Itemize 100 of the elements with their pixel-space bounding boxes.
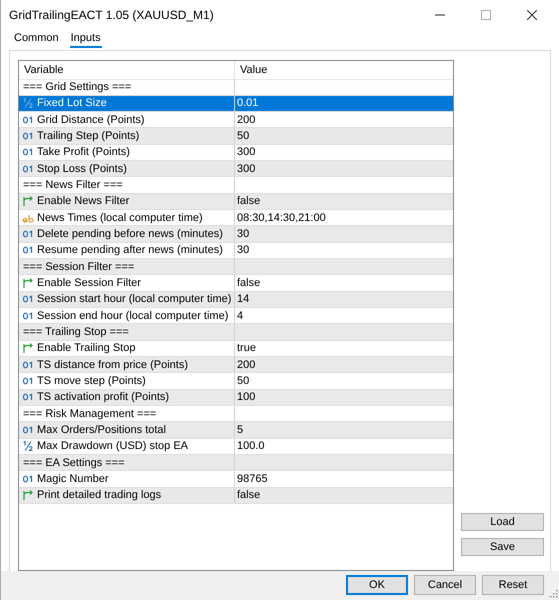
window-title: GridTrailingEACT 1.05 (XAUUSD_M1) (9, 8, 214, 22)
variable-name: Magic Number (37, 473, 109, 486)
tab[interactable]: Inputs (70, 32, 102, 48)
integer-icon (22, 391, 34, 404)
table-row[interactable]: Stop Loss (Points) 300 (19, 161, 453, 178)
variable-name: TS move step (Points) (37, 375, 146, 388)
table-row[interactable]: Enable News Filter false (19, 194, 453, 210)
variable-name: Delete pending before news (minutes) (37, 228, 223, 240)
value-text: 100.0 (237, 440, 265, 452)
value-text: 200 (237, 358, 256, 371)
dialog-button[interactable]: Reset (482, 575, 544, 596)
variable-name: Enable News Filter (37, 195, 130, 208)
variable-name: === EA Settings === (23, 456, 125, 469)
integer-icon (22, 473, 34, 486)
branch-arrow-icon (22, 342, 34, 354)
table-row[interactable]: Print detailed trading logs false (19, 488, 453, 504)
table-row[interactable]: Delete pending before news (minutes) 30 (19, 226, 453, 243)
branch-arrow-icon (22, 195, 34, 208)
value-text: true (237, 342, 256, 354)
table-row[interactable]: Grid Distance (Points) 200 (19, 112, 453, 128)
variable-name: Max Drawdown (USD) stop EA (37, 440, 188, 452)
integer-icon (22, 375, 34, 388)
column-header[interactable]: Variable (19, 60, 235, 78)
integer-icon (22, 162, 34, 175)
variable-name: Trailing Step (Points) (37, 130, 140, 142)
fraction-icon (22, 440, 34, 452)
integer-icon (22, 228, 34, 240)
variable-name: TS activation profit (Points) (37, 391, 170, 404)
fraction-icon (22, 97, 34, 110)
table-row[interactable]: === EA Settings === (19, 455, 453, 472)
value-text: 08:30,14:30,21:00 (237, 212, 326, 224)
variable-name: === Risk Management === (23, 408, 156, 420)
variable-name: Session start hour (local computer time) (37, 293, 232, 306)
table-row[interactable]: Magic Number 98765 (19, 471, 453, 488)
value-text: 14 (237, 293, 250, 306)
branch-arrow-icon (22, 277, 34, 290)
table-row[interactable]: Trailing Step (Points) 50 (19, 128, 453, 145)
table-row[interactable]: === Risk Management === (19, 406, 453, 422)
branch-arrow-icon (22, 489, 34, 502)
table-row[interactable]: === Grid Settings === (19, 80, 453, 96)
table-row[interactable]: Resume pending after news (minutes) 30 (19, 242, 453, 260)
integer-icon (22, 293, 34, 306)
variable-name: Max Orders/Positions total (37, 424, 166, 436)
value-text: 50 (237, 375, 250, 388)
value-text: 100 (237, 391, 256, 404)
table-row[interactable]: News Times (local computer time) 08:30,14:30,21:00 (19, 210, 453, 226)
variable-name: Resume pending after news (minutes) (37, 244, 223, 256)
table-row[interactable]: === Trailing Stop === (19, 324, 453, 341)
value-text: 200 (237, 114, 256, 126)
dialog-button[interactable]: Cancel (414, 575, 476, 596)
table-row[interactable]: Max Orders/Positions total 5 (19, 422, 453, 439)
integer-icon (22, 146, 34, 158)
column-header[interactable]: Value (235, 60, 453, 78)
table-row[interactable]: Session end hour (local computer time) 4 (19, 308, 453, 324)
table-row[interactable]: Fixed Lot Size 0.01 (19, 96, 453, 112)
resize-grip-icon[interactable] (550, 590, 558, 598)
table-row[interactable]: Session start hour (local computer time) 14 (19, 292, 453, 308)
side-button[interactable]: Load (461, 512, 544, 530)
table-row[interactable]: === News Filter === (19, 177, 453, 194)
variable-name: Session end hour (local computer time) (37, 310, 228, 322)
integer-icon (22, 424, 34, 436)
variable-name: Print detailed trading logs (37, 489, 162, 502)
integer-icon (22, 244, 34, 256)
table-row[interactable]: === Session Filter === (19, 259, 453, 276)
value-text: 0.01 (237, 97, 258, 110)
variable-name: Enable Trailing Stop (37, 342, 136, 354)
value-text: false (237, 489, 260, 502)
variable-name: === Trailing Stop === (23, 326, 129, 338)
table-row[interactable]: TS move step (Points) 50 (19, 373, 453, 390)
variable-name: TS distance from price (Points) (37, 358, 188, 371)
dialog-button[interactable]: OK (346, 575, 408, 596)
variable-name: === News Filter === (23, 179, 123, 192)
value-text: 5 (237, 424, 244, 436)
value-text: false (237, 277, 260, 290)
variable-name: Grid Distance (Points) (37, 114, 145, 126)
side-button[interactable]: Save (461, 538, 544, 556)
close-icon[interactable] (527, 10, 537, 20)
table-row[interactable]: TS activation profit (Points) 100 (19, 390, 453, 406)
tab[interactable]: Common (13, 32, 60, 48)
variable-name: Enable Session Filter (37, 277, 141, 290)
integer-icon (22, 114, 34, 126)
value-text: 300 (237, 146, 256, 158)
table-row[interactable]: Take Profit (Points) 300 (19, 144, 453, 162)
value-text: false (237, 195, 260, 208)
table-row[interactable]: Enable Trailing Stop true (19, 340, 453, 358)
variable-name: Stop Loss (Points) (37, 162, 127, 175)
value-text: 30 (237, 228, 250, 240)
table-row[interactable]: Enable Session Filter false (19, 275, 453, 292)
integer-icon (22, 130, 34, 142)
table-row[interactable]: TS distance from price (Points) 200 (19, 357, 453, 374)
value-text: 98765 (237, 473, 268, 486)
table-row[interactable]: Max Drawdown (USD) stop EA 100.0 (19, 438, 453, 456)
variable-name: === Grid Settings === (23, 81, 132, 94)
value-text: 4 (237, 310, 244, 322)
integer-icon (22, 358, 34, 371)
value-text: 50 (237, 130, 250, 142)
integer-icon (22, 310, 34, 322)
variable-name: Fixed Lot Size (37, 97, 107, 110)
value-text: 300 (237, 162, 256, 175)
variable-name: === Session Filter === (23, 260, 134, 273)
